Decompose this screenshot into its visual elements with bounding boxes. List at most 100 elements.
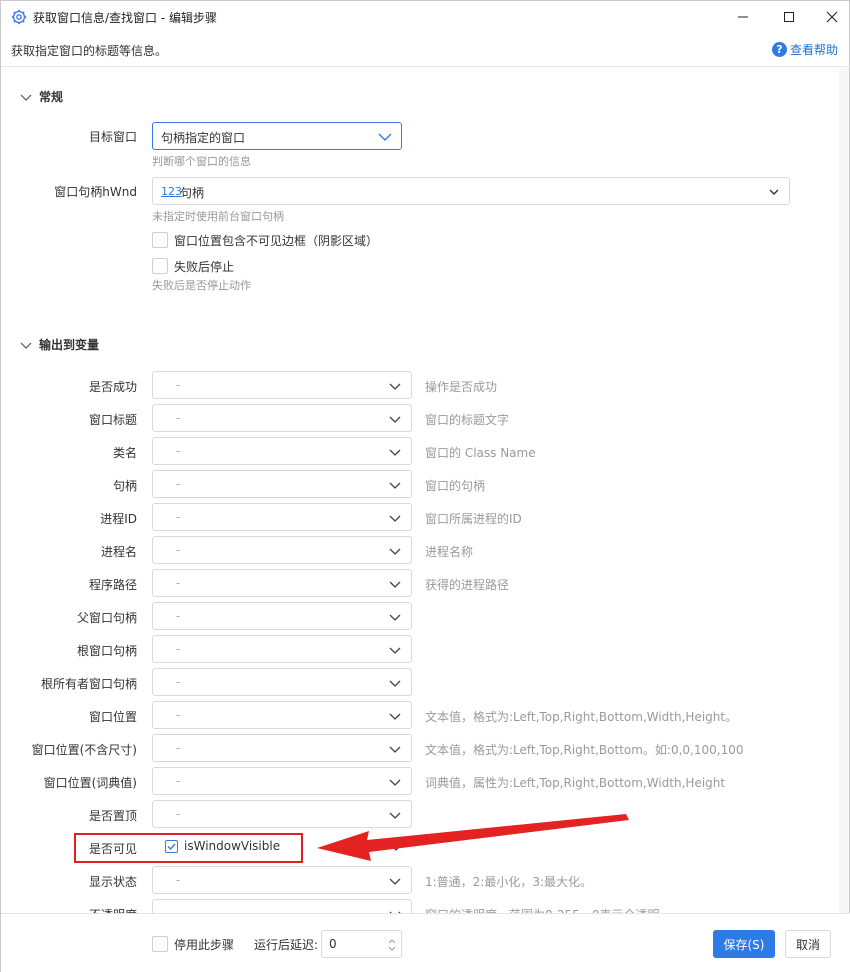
- output-row-label: 类名: [112, 446, 137, 460]
- delay-input[interactable]: 0: [321, 930, 402, 958]
- output-row-label: 是否成功: [88, 380, 137, 394]
- output-row-label: 窗口标题: [88, 413, 137, 427]
- stop-on-fail-checkbox[interactable]: [152, 258, 168, 274]
- window-title: 获取窗口信息/查找窗口 - 编辑步骤: [33, 11, 218, 25]
- form-content[interactable]: 常规 目标窗口 句柄指定的窗口 判断哪个窗口的信息 窗口句柄hWnd 123 句…: [1, 68, 837, 913]
- settings-icon: [11, 9, 27, 25]
- output-variable-select[interactable]: -: [152, 536, 412, 564]
- section-general-title: 常规: [39, 90, 64, 104]
- output-variable-select[interactable]: -: [152, 371, 412, 399]
- chevron-down-icon: [389, 878, 401, 885]
- output-row-description: 窗口的 Class Name: [425, 446, 536, 460]
- window-handle-input[interactable]: 123 句柄: [152, 177, 790, 205]
- chevron-down-icon: [389, 746, 401, 753]
- output-variable-value: -: [176, 807, 181, 821]
- output-variable-select[interactable]: -: [152, 668, 412, 696]
- chevron-down-icon: [769, 189, 779, 195]
- target-window-hint: 判断哪个窗口的信息: [152, 155, 251, 168]
- output-variable-select[interactable]: -: [152, 767, 412, 795]
- output-row-label: 根所有者窗口句柄: [40, 677, 137, 691]
- window-handle-hint: 未指定时使用前台窗口句柄: [152, 210, 284, 223]
- chevron-down-icon: [389, 581, 401, 588]
- output-variable-value: -: [176, 774, 181, 788]
- output-variable-select[interactable]: -: [152, 734, 412, 762]
- cancel-button[interactable]: 取消: [785, 930, 831, 958]
- output-variable-select[interactable]: -: [152, 569, 412, 597]
- title-bar: 获取窗口信息/查找窗口 - 编辑步骤: [1, 1, 850, 33]
- output-row-description: 1:普通，2:最小化，3:最大化。: [425, 875, 593, 889]
- delay-label: 运行后延迟:: [254, 938, 319, 952]
- output-variable-value: -: [176, 609, 181, 623]
- stop-on-fail-hint: 失败后是否停止动作: [152, 279, 251, 292]
- output-row-label: 进程ID: [100, 512, 137, 526]
- chevron-down-icon: [389, 416, 401, 423]
- chevron-down-icon: [389, 614, 401, 621]
- minimize-icon: [738, 16, 748, 18]
- output-row-label: 根窗口句柄: [76, 644, 137, 658]
- output-variable-value: -: [176, 444, 181, 458]
- save-button[interactable]: 保存(S): [713, 930, 775, 958]
- close-icon: [826, 11, 838, 23]
- output-row-description: 操作是否成功: [425, 380, 498, 394]
- output-row-description: 窗口的句柄: [425, 479, 486, 493]
- annotation-arrow: [317, 814, 629, 861]
- output-variable-select[interactable]: -: [152, 866, 412, 894]
- output-row-description: 文本值，格式为:Left,Top,Right,Bottom,Width,Heig…: [425, 710, 738, 724]
- output-row-label: 不透明度: [1, 906, 137, 913]
- help-link[interactable]: ? 查看帮助: [772, 41, 838, 58]
- window-handle-value: 句柄: [180, 186, 205, 200]
- section-general-header[interactable]: 常规: [19, 88, 63, 105]
- output-variable-select[interactable]: -: [152, 437, 412, 465]
- close-button[interactable]: [809, 1, 850, 33]
- disable-step-checkbox[interactable]: [152, 936, 168, 952]
- disable-step-label: 停用此步骤: [174, 938, 235, 952]
- section-output-header[interactable]: 输出到变量: [19, 336, 99, 353]
- output-variable-select[interactable]: -: [152, 503, 412, 531]
- output-variable-select[interactable]: -: [152, 899, 412, 913]
- output-variable-value: -: [176, 675, 181, 689]
- chevron-down-icon: [389, 680, 401, 687]
- chevron-down-icon: [389, 383, 401, 390]
- output-row-label: 程序路径: [88, 578, 137, 592]
- target-window-label: 目标窗口: [88, 130, 137, 144]
- output-variable-select[interactable]: -: [152, 635, 412, 663]
- output-row-label: 父窗口句柄: [76, 611, 137, 625]
- step-description: 获取指定窗口的标题等信息。: [11, 44, 168, 58]
- chevron-down-icon: [389, 449, 401, 456]
- include-border-checkbox[interactable]: [152, 232, 168, 248]
- spinner-icon[interactable]: [387, 937, 397, 953]
- output-variable-value: -: [176, 576, 181, 590]
- minimize-button[interactable]: [720, 1, 766, 33]
- edit-step-dialog: 获取窗口信息/查找窗口 - 编辑步骤 获取指定窗口的标题等信息。 ? 查看帮助 …: [0, 0, 850, 972]
- chevron-down-icon: [378, 133, 392, 141]
- chevron-down-icon: [389, 482, 401, 489]
- output-variable-value: -: [176, 477, 181, 491]
- vertical-scrollbar[interactable]: [839, 68, 849, 913]
- output-variable-value: -: [176, 708, 181, 722]
- output-row-description: 窗口的透明度，范围为0-255，0表示全透明: [425, 906, 660, 913]
- target-window-select[interactable]: 句柄指定的窗口: [152, 122, 402, 150]
- output-variable-value: -: [176, 543, 181, 557]
- output-row-description: 词典值，属性为:Left,Top,Right,Bottom,Width,Heig…: [425, 776, 726, 790]
- chevron-down-icon: [20, 94, 32, 101]
- output-variable-select[interactable]: -: [152, 404, 412, 432]
- description-bar: 获取指定窗口的标题等信息。 ? 查看帮助: [1, 33, 850, 67]
- output-row-label: 显示状态: [88, 875, 137, 889]
- output-variable-select[interactable]: -: [152, 701, 412, 729]
- chevron-down-icon: [20, 342, 32, 349]
- chevron-down-icon: [389, 548, 401, 555]
- output-row-label: 窗口位置(词典值): [43, 776, 137, 790]
- output-row-label: 句柄: [112, 479, 137, 493]
- output-row-label: 窗口位置: [88, 710, 137, 724]
- output-row-description: 窗口所属进程的ID: [425, 512, 522, 526]
- stop-on-fail-label: 失败后停止: [174, 260, 235, 274]
- output-variable-value: -: [176, 741, 181, 755]
- output-variable-select[interactable]: -: [152, 602, 412, 630]
- output-variable-value: -: [176, 411, 181, 425]
- output-variable-select[interactable]: -: [152, 470, 412, 498]
- output-row-label: 窗口位置(不含尺寸): [31, 743, 137, 757]
- maximize-button[interactable]: [766, 1, 812, 33]
- output-variable-value: -: [176, 873, 181, 887]
- number-type-icon: 123: [161, 185, 182, 198]
- output-variable-value: -: [176, 378, 181, 392]
